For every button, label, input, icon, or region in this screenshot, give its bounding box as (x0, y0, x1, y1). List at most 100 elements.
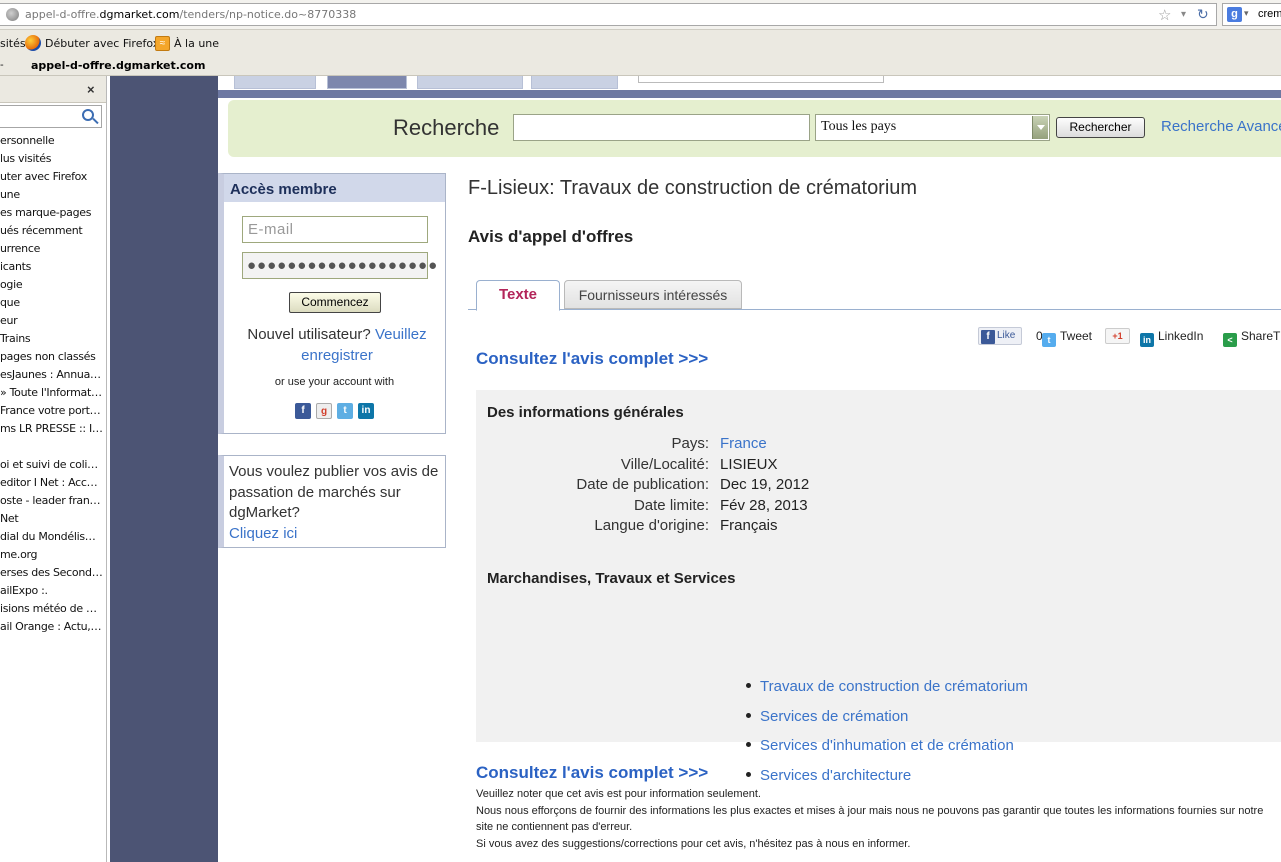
info-value: Fév 28, 2013 (720, 496, 808, 514)
tab-suppliers[interactable]: Fournisseurs intéressés (564, 280, 742, 309)
bookmark-star-icon[interactable]: ☆ (1158, 6, 1171, 24)
facebook-icon: f (981, 330, 995, 344)
disclaimer: Veuillez noter que cet avis est pour inf… (476, 786, 1281, 852)
url-text: appel-d-offre.dgmarket.com/tenders/np-no… (25, 8, 357, 21)
sidebar-bookmark-item[interactable]: erses des Secondai... (0, 564, 106, 582)
sidebar-bookmark-item[interactable]: France votre portai... (0, 402, 106, 420)
goods-service-item[interactable]: Services d'architecture (746, 766, 911, 786)
sidebar-header: × (0, 76, 106, 103)
nav-tab[interactable] (234, 76, 316, 89)
sidebar-bookmark-item[interactable]: editor I Net : Accueil (0, 474, 106, 492)
email-field[interactable]: E-mail (242, 216, 428, 243)
sidebar-bookmark-item[interactable]: pages non classés (0, 348, 106, 366)
url-field[interactable]: appel-d-offre.dgmarket.com/tenders/np-no… (0, 3, 1217, 26)
general-info-title: Des informations générales (487, 404, 684, 421)
disclaimer-line: Nous nous efforçons de fournir des infor… (476, 804, 1264, 834)
sidebar-bookmark-item[interactable]: que (0, 294, 106, 312)
goods-service-item[interactable]: Services d'inhumation et de crémation (746, 736, 1014, 756)
sidebar-bookmark-item[interactable]: ailExpo :. (0, 582, 106, 600)
publish-text: Vous voulez publier vos avis de passatio… (229, 463, 439, 521)
bullet-icon (746, 772, 751, 778)
share-bar: fLike 0 tTweet +1 inLinkedIn <ShareThis (978, 327, 1281, 347)
chevron-down-icon[interactable] (1032, 116, 1048, 139)
sidebar-bookmark-item[interactable]: oi et suivi de colis e... (0, 456, 106, 474)
search-input[interactable] (513, 114, 810, 141)
sidebar-bookmark-item[interactable]: ogie (0, 276, 106, 294)
password-field[interactable]: ●●●●●●●●●●●●●●●●●●● (242, 252, 437, 279)
bookmark-latest-headlines[interactable]: À la une (174, 37, 219, 50)
nav-tab[interactable] (531, 76, 618, 89)
sidebar-bookmark-item[interactable]: esJaunes : Annuair... (0, 366, 106, 384)
sidebar-bookmark-item[interactable]: Net (0, 510, 106, 528)
sidebar-bookmark-item[interactable]: dial du Mondélisme ... (0, 528, 106, 546)
goods-service-item[interactable]: Travaux de construction de crématorium (746, 677, 1028, 697)
goods-service-link[interactable]: Travaux de construction de crématorium (760, 678, 1028, 695)
browser-search-input[interactable]: g ▾ crem (1222, 3, 1281, 26)
sidebar-bookmark-item[interactable]: uter avec Firefox (0, 168, 106, 186)
google-plus-button[interactable]: +1 (1105, 328, 1130, 344)
publish-link[interactable]: Cliquez ici (229, 525, 297, 542)
sidebar-bookmark-item[interactable]: isions météo de Mé... (0, 600, 106, 618)
bookmark-getting-started[interactable]: Débuter avec Firefox (45, 37, 159, 50)
sidebar-bookmark-item[interactable]: lus visités (0, 150, 106, 168)
login-button[interactable]: Commencez (289, 292, 381, 313)
bookmark-most-visited[interactable]: sités (0, 37, 26, 50)
advanced-search-link[interactable]: Recherche Avancée (1161, 118, 1281, 135)
chevron-down-icon[interactable]: ▾ (1244, 8, 1249, 19)
country-link[interactable]: France (720, 434, 767, 454)
goods-service-item[interactable]: Services de crémation (746, 707, 908, 727)
google-icon[interactable]: g (1227, 7, 1242, 22)
search-button[interactable]: Rechercher (1056, 117, 1145, 138)
goods-service-link[interactable]: Services d'inhumation et de crémation (760, 737, 1014, 754)
active-tab-title[interactable]: appel-d-offre.dgmarket.com (31, 59, 205, 72)
sidebar-bookmark-item[interactable]: es marque-pages (0, 204, 106, 222)
bookmarks-toolbar: sités Débuter avec Firefox À la une (0, 30, 1281, 57)
bullet-icon (746, 712, 751, 718)
facebook-icon[interactable]: f (295, 403, 311, 419)
sidebar-search-input[interactable] (0, 105, 102, 128)
sidebar-bookmark-item[interactable]: ail Orange : Actu, S... (0, 618, 106, 636)
goods-service-link[interactable]: Services d'architecture (760, 767, 911, 784)
info-row: Langue d'origine: Français (476, 516, 1281, 536)
country-select[interactable]: Tous les pays (815, 114, 1050, 141)
nav-tab-active[interactable] (327, 76, 407, 89)
share-icon: < (1223, 333, 1237, 347)
twitter-icon[interactable]: t (337, 403, 353, 419)
linkedin-share-button[interactable]: in LinkedIn (1140, 327, 1203, 347)
sharethis-button[interactable]: < ShareThis (1223, 327, 1281, 347)
history-dropdown-icon[interactable]: ▾ (1181, 9, 1186, 20)
sidebar-bookmark-item[interactable]: » Toute l'Informatio... (0, 384, 106, 402)
sidebar-bookmark-item[interactable]: me.org (0, 546, 106, 564)
linkedin-icon[interactable]: in (358, 403, 374, 419)
globe-icon (6, 8, 19, 21)
nav-tab[interactable] (417, 76, 523, 89)
bullet-icon (746, 683, 751, 688)
full-notice-link-bottom[interactable]: Consultez l'avis complet >>> (476, 763, 708, 783)
tab-text[interactable]: Texte (476, 280, 560, 311)
nav-bar (218, 90, 1281, 98)
full-notice-link[interactable]: Consultez l'avis complet >>> (476, 349, 708, 369)
goods-service-link[interactable]: Services de crémation (760, 708, 908, 725)
info-row: Pays: France (476, 434, 1281, 454)
sidebar-bookmark-item[interactable]: icants (0, 258, 106, 276)
sidebar-bookmark-item[interactable]: oste - leader franç... (0, 492, 106, 510)
google-icon[interactable]: g (316, 403, 332, 419)
sidebar-bookmark-item[interactable]: eur (0, 312, 106, 330)
nav-box (638, 76, 884, 83)
reload-icon[interactable]: ↻ (1197, 6, 1209, 23)
facebook-like-button[interactable]: f Like (978, 327, 1022, 345)
sidebar-bookmark-item[interactable]: une (0, 186, 106, 204)
search-icon[interactable] (82, 109, 94, 121)
sidebar-bookmark-item[interactable]: ms LR PRESSE :: In... (0, 420, 106, 438)
sidebar-bookmark-item[interactable]: ersonnelle (0, 132, 106, 150)
site-top-nav (218, 76, 1281, 98)
sidebar-bookmark-item[interactable]: urrence (0, 240, 106, 258)
firefox-icon (25, 35, 41, 51)
rss-feed-icon: ≈ (155, 36, 170, 51)
country-select-value: Tous les pays (821, 119, 897, 134)
facebook-like-label: Like (997, 330, 1016, 341)
close-icon[interactable]: × (87, 82, 95, 97)
tweet-button[interactable]: t Tweet (1042, 327, 1092, 347)
sidebar-bookmark-item[interactable]: ués récemment (0, 222, 106, 240)
sidebar-bookmark-item[interactable]: Trains (0, 330, 106, 348)
